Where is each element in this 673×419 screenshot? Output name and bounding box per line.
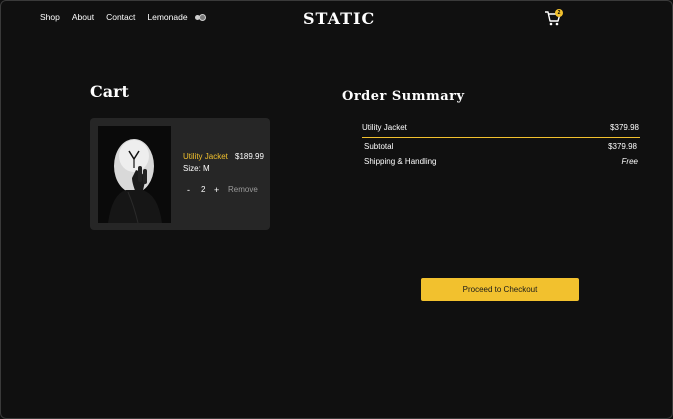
- lemonade-icon: [192, 13, 206, 22]
- nav-about-link[interactable]: About: [72, 12, 94, 22]
- summary-item-name: Utility Jacket: [362, 123, 407, 132]
- nav-lemonade-link[interactable]: Lemonade: [147, 12, 187, 22]
- shipping-value: Free: [621, 157, 638, 166]
- site-logo[interactable]: STATIC: [303, 9, 375, 28]
- cart-item-card: Utility Jacket $189.99 Size: M - 2 + Rem…: [90, 118, 270, 230]
- increase-quantity-button[interactable]: +: [214, 185, 219, 195]
- summary-item-amount: $379.98: [610, 123, 639, 132]
- decrease-quantity-button[interactable]: -: [187, 185, 190, 195]
- summary-divider: [362, 137, 640, 138]
- proceed-to-checkout-button[interactable]: Proceed to Checkout: [421, 278, 579, 301]
- product-image: [98, 126, 171, 223]
- nav-shop-link[interactable]: Shop: [40, 12, 60, 22]
- product-size: Size: M: [183, 164, 210, 173]
- order-summary-title: Order Summary: [342, 89, 465, 104]
- subtotal-label: Subtotal: [364, 142, 394, 151]
- top-nav: Shop About Contact Lemonade: [40, 12, 206, 22]
- nav-contact-link[interactable]: Contact: [106, 12, 135, 22]
- product-price: $189.99: [235, 152, 264, 161]
- shipping-label: Shipping & Handling: [364, 157, 437, 166]
- quantity-value: 2: [201, 185, 206, 194]
- remove-item-button[interactable]: Remove: [228, 185, 258, 194]
- product-name-link[interactable]: Utility Jacket: [183, 152, 228, 161]
- subtotal-value: $379.98: [608, 142, 637, 151]
- cart-title: Cart: [90, 82, 129, 101]
- cart-count-badge: 2: [555, 9, 563, 17]
